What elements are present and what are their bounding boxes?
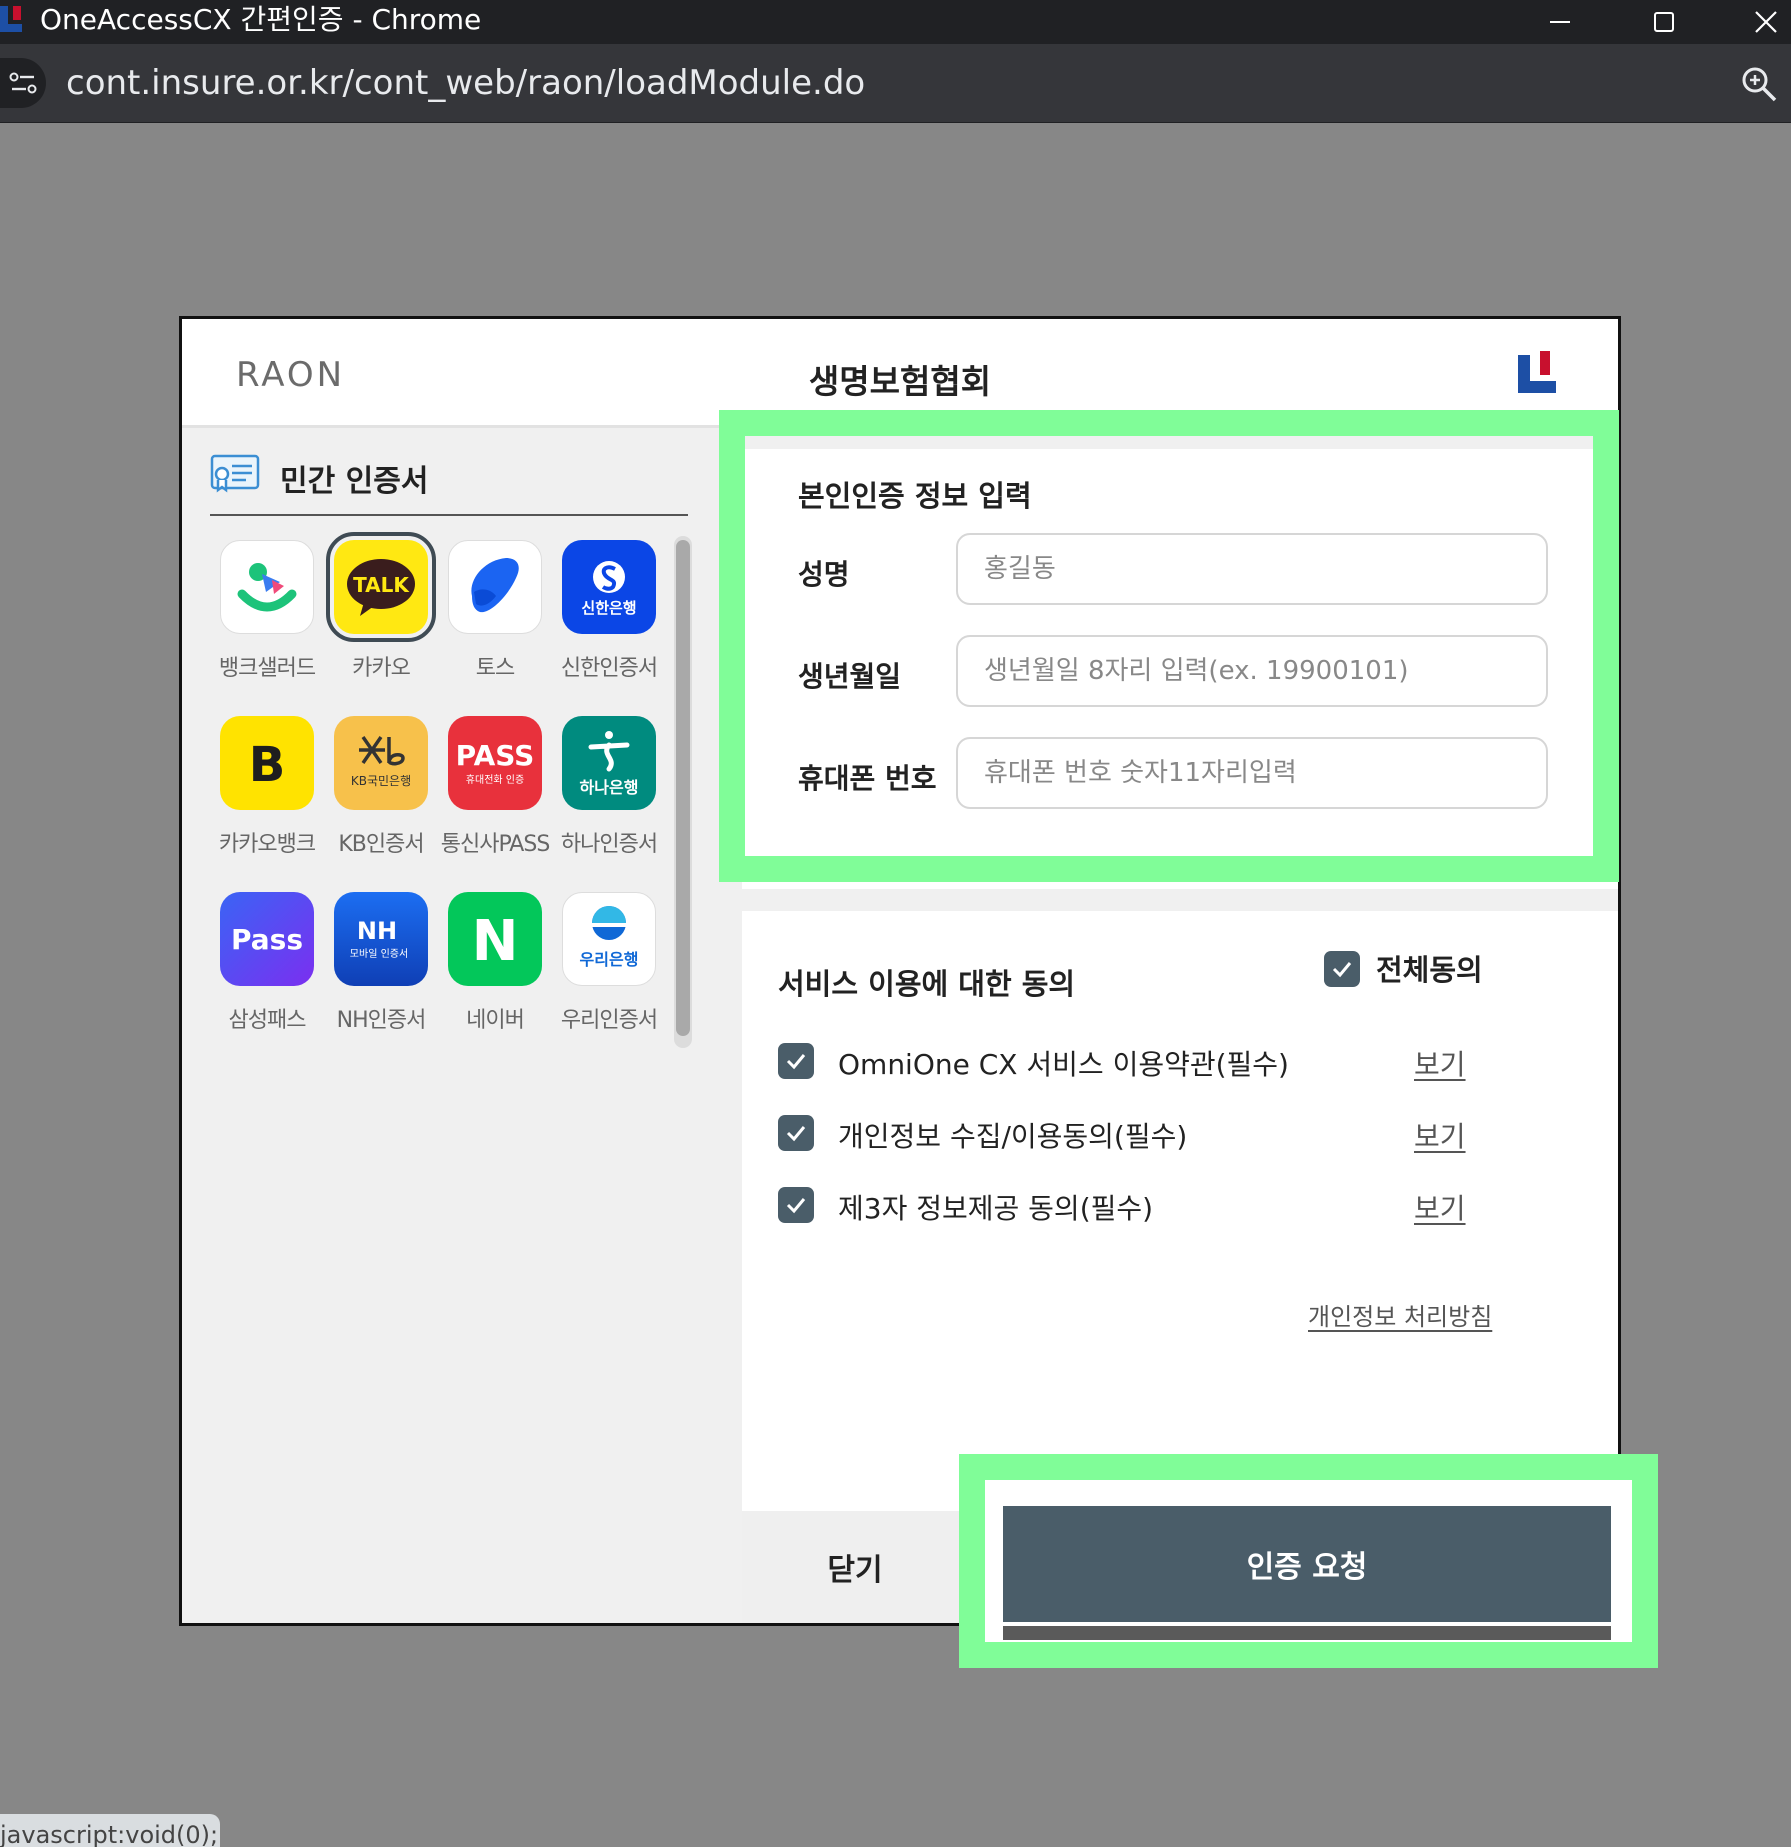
term-checkbox-privacy[interactable] <box>778 1115 814 1151</box>
all-agree-checkbox[interactable] <box>1324 951 1360 987</box>
consent-section: 서비스 이용에 대한 동의 전체동의 OmniOne CX 서비스 이용약관(필… <box>742 911 1618 1511</box>
kb-badge-text: KB국민은행 <box>351 773 411 788</box>
provider-woori[interactable]: 우리은행 우리인증서 <box>552 892 666 1052</box>
scrollbar-thumb[interactable] <box>676 540 690 1036</box>
view-link-service[interactable]: 보기 <box>1414 1043 1466 1083</box>
close-button[interactable]: 닫기 <box>742 1511 968 1623</box>
dialog-header: RAON 생명보험협회 <box>182 319 1618 425</box>
window-titlebar: OneAccessCX 간편인증 - Chrome <box>0 0 1791 44</box>
zoom-icon[interactable] <box>1739 64 1779 104</box>
maximize-icon <box>1654 12 1674 32</box>
term-label-privacy: 개인정보 수집/이용동의(필수) <box>838 1120 1188 1153</box>
hana-icon: 하나은행 <box>562 716 656 810</box>
dialog-title: 생명보험협회 <box>808 362 992 401</box>
certificate-icon <box>210 454 260 493</box>
divider <box>210 514 688 516</box>
pass-badge-text: PASS <box>456 739 535 772</box>
klia-logo-icon <box>1518 351 1556 393</box>
provider-banksalad[interactable]: 뱅크샐러드 <box>210 540 324 700</box>
identity-form: 본인인증 정보 입력 성명 생년월일 휴대폰 번호 <box>742 449 1618 889</box>
maximize-button[interactable] <box>1634 0 1694 44</box>
checkmark-icon <box>786 1054 806 1070</box>
button-shadow <box>1003 1626 1611 1640</box>
provider-naver[interactable]: N 네이버 <box>438 892 552 1052</box>
close-icon <box>1755 11 1777 33</box>
kakaobank-badge-text: B <box>249 737 286 793</box>
checkmark-icon <box>786 1198 806 1214</box>
samsungpass-badge-text: Pass <box>231 923 303 956</box>
request-auth-button[interactable]: 인증 요청 <box>1003 1506 1611 1622</box>
samsung-pass-icon: Pass <box>220 892 314 986</box>
shinhan-icon: 신한은행 <box>562 540 656 634</box>
woori-icon: 우리은행 <box>562 892 656 986</box>
pass-badge-subtext: 휴대전화 인증 <box>466 774 524 786</box>
certificate-panel: 민간 인증서 뱅크샐러드 TALK 카카오 토스 신한은행 신한인증서 B 카카… <box>182 425 722 1623</box>
close-window-button[interactable] <box>1736 0 1791 44</box>
phone-label: 휴대폰 번호 <box>798 762 937 795</box>
provider-kakaobank[interactable]: B 카카오뱅크 <box>210 716 324 876</box>
identity-section-title: 본인인증 정보 입력 <box>798 479 1032 513</box>
provider-pass[interactable]: PASS 휴대전화 인증 통신사PASS <box>438 716 552 876</box>
woori-badge-text: 우리은행 <box>580 950 639 969</box>
provider-toss[interactable]: 토스 <box>438 540 552 700</box>
provider-label: 하나인증서 <box>560 832 658 857</box>
window-title: OneAccessCX 간편인증 - Chrome <box>40 3 482 36</box>
pass-icon: PASS 휴대전화 인증 <box>448 716 542 810</box>
submit-area: 인증 요청 <box>985 1480 1632 1642</box>
site-info-button[interactable] <box>0 58 46 108</box>
nh-badge-text: NH <box>357 917 397 945</box>
form-panel: 본인인증 정보 입력 성명 생년월일 휴대폰 번호 서비스 이용에 대한 동의 … <box>722 425 1618 1623</box>
provider-hana[interactable]: 하나은행 하나인증서 <box>552 716 666 876</box>
hana-badge-text: 하나은행 <box>580 778 639 797</box>
name-field[interactable] <box>956 533 1548 605</box>
provider-nh[interactable]: NH 모바일 인증서 NH인증서 <box>324 892 438 1052</box>
status-bar: javascript:void(0); <box>0 1814 220 1847</box>
birthdate-label: 생년월일 <box>798 660 902 693</box>
name-label: 성명 <box>798 558 850 591</box>
address-bar: cont.insure.or.kr/cont_web/raon/loadModu… <box>0 44 1791 123</box>
phone-field[interactable] <box>956 737 1548 809</box>
auth-dialog: RAON 생명보험협회 민간 인증서 뱅크샐러드 TALK 카카오 토스 신한은… <box>179 316 1621 1626</box>
kakao-talk-icon: TALK <box>326 532 436 642</box>
provider-scrollbar[interactable] <box>674 536 692 1048</box>
provider-samsungpass[interactable]: Pass 삼성패스 <box>210 892 324 1052</box>
term-checkbox-third-party[interactable] <box>778 1187 814 1223</box>
toss-icon <box>448 540 542 634</box>
naver-icon: N <box>448 892 542 986</box>
kakaobank-icon: B <box>220 716 314 810</box>
shinhan-badge-text: 신한은행 <box>581 599 636 617</box>
privacy-policy-link[interactable]: 개인정보 처리방침 <box>1308 1297 1492 1332</box>
consent-title: 서비스 이용에 대한 동의 <box>778 967 1076 1001</box>
url-field[interactable]: cont.insure.or.kr/cont_web/raon/loadModu… <box>66 62 865 104</box>
cert-section-title: 민간 인증서 <box>280 464 429 499</box>
view-link-privacy[interactable]: 보기 <box>1414 1115 1466 1155</box>
provider-kb[interactable]: KB국민은행 KB인증서 <box>324 716 438 876</box>
provider-kakao[interactable]: TALK 카카오 <box>324 532 438 700</box>
banksalad-icon <box>220 540 314 634</box>
checkmark-icon <box>1332 962 1352 978</box>
all-agree-label[interactable]: 전체동의 <box>1376 947 1483 989</box>
minimize-button[interactable] <box>1530 0 1590 44</box>
provider-label: 신한인증서 <box>560 656 658 681</box>
nh-icon: NH 모바일 인증서 <box>334 892 428 986</box>
term-checkbox-service[interactable] <box>778 1043 814 1079</box>
kakao-badge-text: TALK <box>353 573 410 597</box>
provider-shinhan[interactable]: 신한은행 신한인증서 <box>552 540 666 700</box>
term-label-third-party: 제3자 정보제공 동의(필수) <box>838 1192 1154 1225</box>
naver-badge-text: N <box>472 909 519 974</box>
birthdate-field[interactable] <box>956 635 1548 707</box>
nh-badge-subtext: 모바일 인증서 <box>350 948 408 960</box>
app-logo-icon <box>0 6 22 32</box>
minimize-icon <box>1550 21 1570 23</box>
kb-icon: KB국민은행 <box>334 716 428 810</box>
term-label-service: OmniOne CX 서비스 이용약관(필수) <box>838 1048 1289 1081</box>
provider-label: 우리인증서 <box>560 1008 658 1033</box>
site-info-icon <box>9 72 37 94</box>
view-link-third-party[interactable]: 보기 <box>1414 1187 1466 1227</box>
checkmark-icon <box>786 1126 806 1142</box>
